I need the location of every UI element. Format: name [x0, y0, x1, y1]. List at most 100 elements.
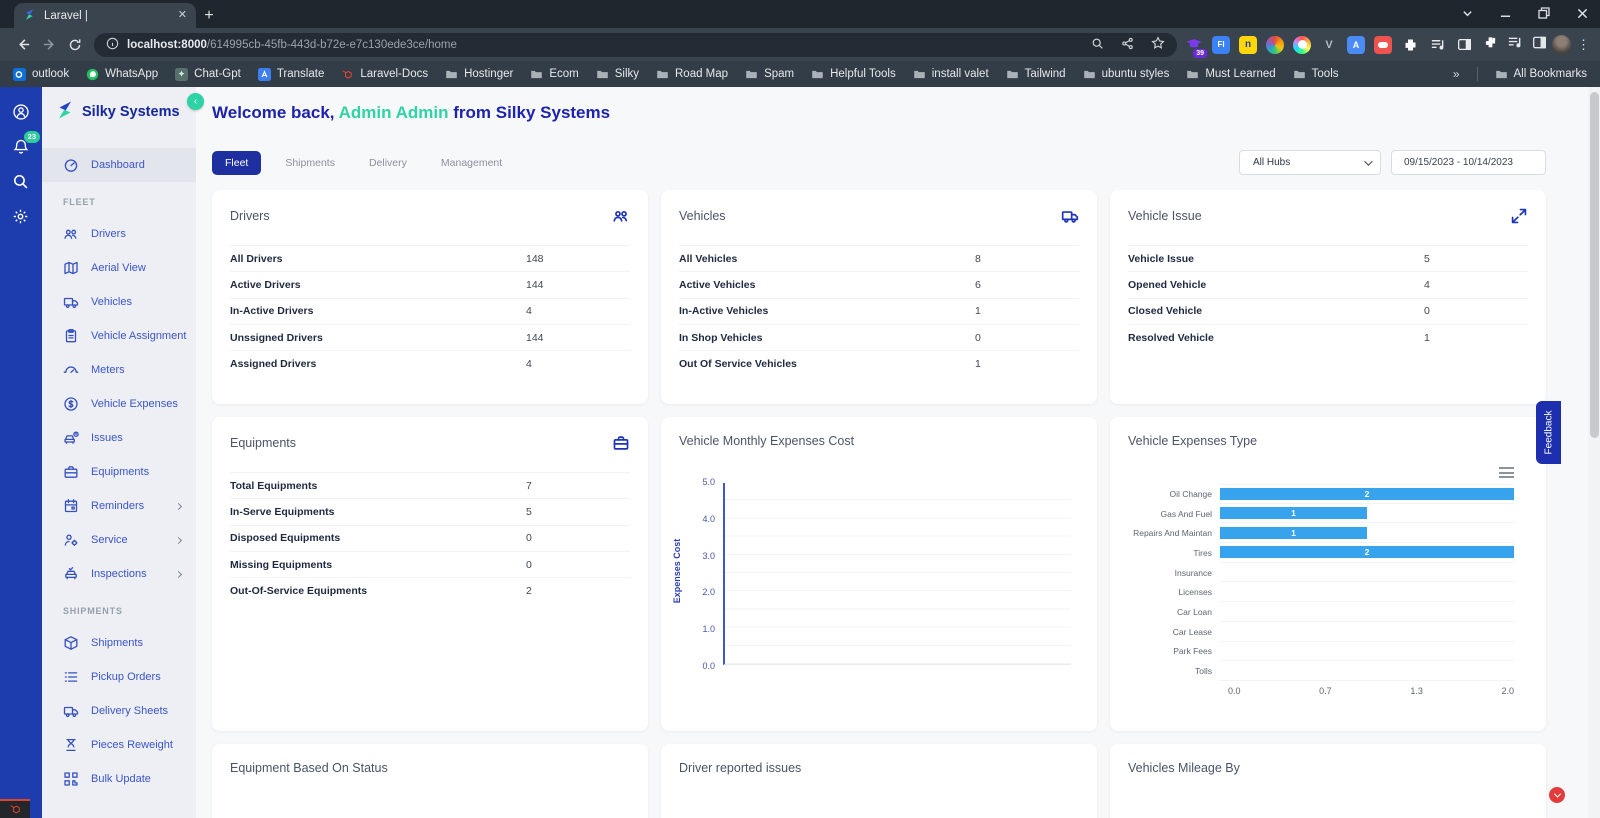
camera-extension-icon[interactable] — [1293, 36, 1311, 54]
pinwheel-extension-icon[interactable] — [1266, 36, 1284, 54]
sidebar-item-drivers[interactable]: Drivers — [42, 217, 196, 251]
people-icon — [63, 226, 79, 242]
bookmark-item[interactable]: Hostinger — [445, 68, 513, 81]
account-icon[interactable] — [12, 103, 30, 121]
bookmark-star-icon[interactable] — [1151, 36, 1165, 53]
puzzle-extension-icon[interactable] — [1401, 36, 1419, 54]
reading-list-extension-icon[interactable] — [1428, 36, 1446, 54]
bookmark-item[interactable]: outlook — [13, 68, 69, 81]
grad-cap-extension-icon[interactable]: 39 — [1185, 36, 1203, 54]
bookmark-item[interactable]: WhatsApp — [86, 68, 158, 81]
laravel-debugbar-toggle[interactable] — [0, 799, 30, 818]
nav-section-label: SHIPMENTS — [42, 591, 196, 626]
hub-select[interactable]: All Hubs — [1239, 150, 1381, 175]
bookmark-item[interactable]: Ecom — [530, 68, 578, 81]
sidebar-item-bulk-update[interactable]: Bulk Update — [42, 762, 196, 796]
feedback-button[interactable]: Feedback — [1536, 401, 1561, 464]
profile-avatar[interactable] — [1552, 35, 1571, 54]
page-scrollbar[interactable] — [1588, 87, 1600, 818]
back-icon[interactable] — [10, 32, 36, 58]
browser-tab[interactable]: Laravel | ✕ — [14, 3, 196, 28]
bookmark-item[interactable]: ubuntu styles — [1083, 68, 1170, 81]
colorpicker-extension-icon[interactable] — [1374, 36, 1392, 54]
tab-search-chevron-icon[interactable] — [1462, 8, 1473, 19]
restore-icon[interactable] — [1538, 7, 1550, 19]
all-bookmarks-button[interactable]: All Bookmarks — [1495, 68, 1588, 81]
sidebar-item-pickup-orders[interactable]: Pickup Orders — [42, 660, 196, 694]
sidebar-item-shipments[interactable]: Shipments — [42, 626, 196, 660]
forward-icon[interactable] — [36, 32, 62, 58]
bookmark-item[interactable]: Laravel-Docs — [341, 68, 428, 81]
truck-icon[interactable] — [1061, 207, 1079, 225]
bar[interactable]: 1 — [1220, 507, 1367, 519]
sidebar-item-pieces-reweight[interactable]: Pieces Reweight — [42, 728, 196, 762]
bookmark-item[interactable]: Spam — [745, 68, 794, 81]
sidebar-item-vehicle-assignment[interactable]: Vehicle Assignment — [42, 319, 196, 353]
fi-extension-icon[interactable]: FI — [1212, 36, 1230, 54]
close-icon[interactable] — [1577, 8, 1588, 19]
car-alert-icon — [63, 430, 79, 446]
box-icon — [63, 635, 79, 651]
bookmark-item[interactable]: Chat-Gpt — [175, 68, 241, 81]
stat-row: Closed Vehicle0 — [1128, 298, 1528, 324]
bookmark-item[interactable]: Helpful Tools — [811, 68, 896, 81]
tab-close-icon[interactable]: ✕ — [178, 10, 187, 21]
zoom-icon[interactable] — [1091, 37, 1104, 53]
date-range-input[interactable]: 09/15/2023 - 10/14/2023 — [1391, 150, 1546, 175]
sidebar-item-vehicle-expenses[interactable]: Vehicle Expenses — [42, 387, 196, 421]
address-bar[interactable]: localhost:8000/614995cb-45fb-443d-b72e-e… — [94, 33, 1177, 57]
screen: Laravel | ✕ + localhost:8000/614995cb-45… — [0, 0, 1600, 818]
sidebar-collapse-button[interactable]: ‹ — [187, 93, 204, 110]
scrollbar-thumb[interactable] — [1590, 92, 1599, 438]
reload-icon[interactable] — [62, 32, 88, 58]
reading-list-icon[interactable] — [1507, 35, 1522, 55]
bookmark-item[interactable]: Must Learned — [1186, 68, 1275, 81]
bookmark-item[interactable]: install valet — [913, 68, 989, 81]
minimize-icon[interactable] — [1500, 8, 1511, 19]
bookmark-item[interactable]: Road Map — [656, 68, 728, 81]
sidebar-item-aerial-view[interactable]: Aerial View — [42, 251, 196, 285]
bookmark-item[interactable]: Tailwind — [1006, 68, 1066, 81]
chart-menu-icon[interactable] — [1499, 467, 1514, 478]
people-icon[interactable] — [612, 207, 630, 225]
sidebar-item-issues[interactable]: Issues — [42, 421, 196, 455]
bar-row: Licenses — [1126, 582, 1514, 602]
tab-delivery[interactable]: Delivery — [359, 151, 417, 175]
icon-rail: 23 — [0, 87, 42, 818]
bookmarks-overflow-icon[interactable]: » — [1453, 67, 1460, 81]
bookmark-item[interactable]: Tools — [1293, 68, 1339, 81]
site-info-icon[interactable] — [106, 37, 119, 53]
bar[interactable]: 1 — [1220, 527, 1367, 539]
extensions-puzzle-icon[interactable] — [1483, 35, 1498, 55]
sidebar-item-service[interactable]: Service — [42, 523, 196, 557]
search-icon[interactable] — [12, 173, 30, 191]
notifications-bell-icon[interactable]: 23 — [12, 138, 30, 156]
expand-icon[interactable] — [1510, 207, 1528, 225]
translate-extension-icon[interactable]: A — [1347, 36, 1365, 54]
share-icon[interactable] — [1121, 37, 1134, 53]
n-extension-icon[interactable]: n — [1239, 36, 1257, 54]
briefcase-icon[interactable] — [612, 434, 630, 452]
tab-management[interactable]: Management — [431, 151, 512, 175]
side-panel-icon[interactable] — [1532, 35, 1547, 55]
sidebar-item-meters[interactable]: Meters — [42, 353, 196, 387]
tab-fleet[interactable]: Fleet — [212, 151, 261, 175]
v-extension-icon[interactable]: V — [1320, 36, 1338, 54]
tab-shipments[interactable]: Shipments — [275, 151, 345, 175]
browser-menu-icon[interactable]: ⋮ — [1577, 37, 1590, 53]
sidebar-item-equipments[interactable]: Equipments — [42, 455, 196, 489]
sidebar-item-dashboard[interactable]: Dashboard — [42, 148, 196, 182]
gear-icon[interactable] — [12, 208, 30, 226]
bookmark-item[interactable]: Translate — [258, 68, 325, 81]
side-panel-extension-icon[interactable] — [1455, 36, 1473, 54]
new-tab-button[interactable]: + — [196, 3, 222, 28]
bookmark-item[interactable]: Silky — [596, 68, 639, 81]
sidebar-item-inspections[interactable]: Inspections — [42, 557, 196, 591]
scroll-down-fab[interactable] — [1549, 787, 1565, 803]
sidebar-item-delivery-sheets[interactable]: Delivery Sheets — [42, 694, 196, 728]
sidebar-item-reminders[interactable]: Reminders — [42, 489, 196, 523]
bar[interactable]: 2 — [1220, 488, 1514, 500]
sidebar-item-vehicles[interactable]: Vehicles — [42, 285, 196, 319]
bar[interactable]: 2 — [1220, 546, 1514, 558]
brand[interactable]: Silky Systems — [42, 87, 196, 124]
